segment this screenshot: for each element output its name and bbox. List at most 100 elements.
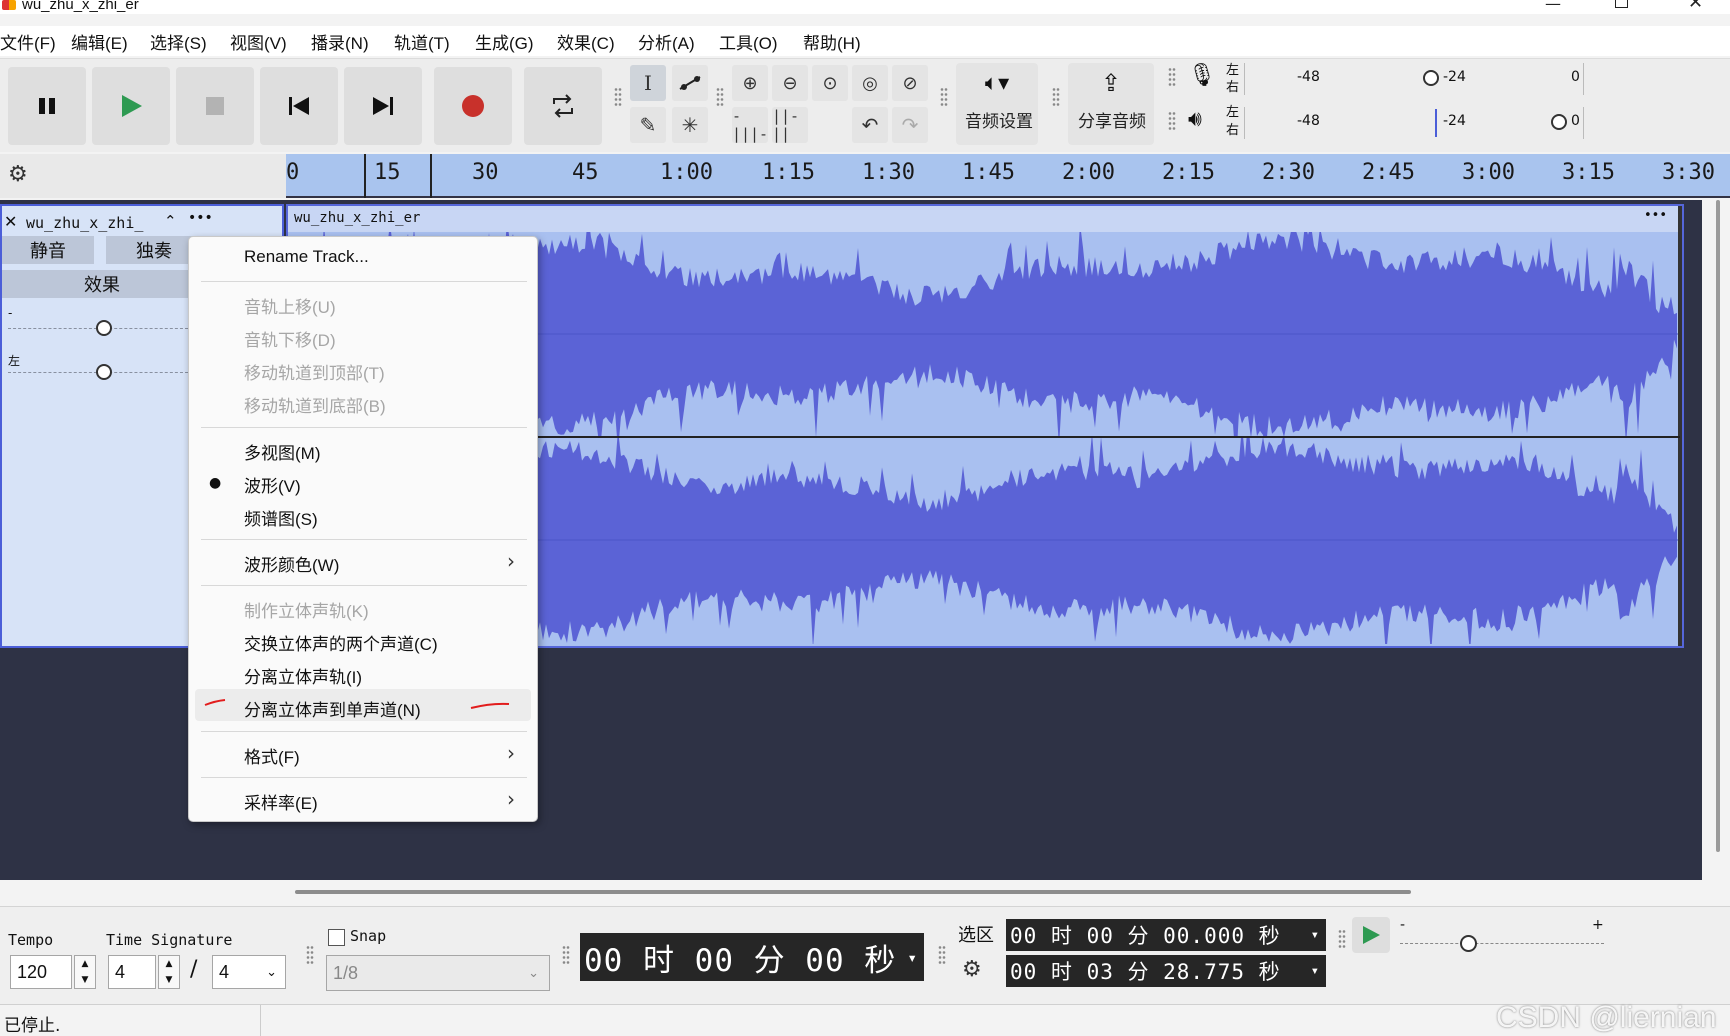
menu-record[interactable]: 播录(N) — [311, 29, 369, 54]
selection-end[interactable]: 00 时 03 分 28.775 秒 ▾ — [1006, 955, 1326, 987]
time-signature-denominator[interactable]: 4 ⌄ — [212, 955, 286, 989]
play-region-end-marker[interactable] — [430, 154, 432, 198]
toolbar-grip[interactable] — [562, 945, 570, 965]
fit-selection-button[interactable]: ⊙ — [812, 65, 848, 101]
effects-button[interactable]: 效果 — [2, 270, 202, 298]
clip-header[interactable]: wu_zhu_x_zhi_er ••• — [288, 206, 1680, 232]
minimize-icon[interactable]: — — [1545, 0, 1561, 13]
speed-slider-thumb[interactable] — [1460, 935, 1477, 952]
mute-button[interactable]: 静音 — [2, 236, 94, 264]
toolbar-grip[interactable] — [1168, 111, 1176, 131]
toolbar-grip[interactable] — [1168, 67, 1176, 87]
menu-move-track-down[interactable]: 音轨下移(D) — [244, 326, 336, 351]
menu-help[interactable]: 帮助(H) — [803, 29, 861, 54]
record-button[interactable] — [434, 67, 512, 145]
silence-button[interactable]: ||-|| — [772, 107, 808, 143]
toolbar-grip[interactable] — [1338, 929, 1346, 949]
menu-spectrogram[interactable]: 频谱图(S) — [244, 505, 318, 530]
maximize-icon[interactable] — [1615, 0, 1628, 8]
play-button[interactable] — [92, 67, 170, 145]
skip-start-button[interactable] — [260, 67, 338, 145]
speed-slider-track[interactable] — [1400, 943, 1604, 944]
snap-checkbox[interactable] — [328, 929, 345, 946]
selection-tool-button[interactable]: I — [630, 65, 666, 101]
microphone-icon[interactable]: 🎙︎ — [1188, 63, 1216, 88]
stop-button[interactable] — [176, 67, 254, 145]
menu-split-stereo[interactable]: 分离立体声轨(I) — [244, 663, 362, 688]
tempo-stepper[interactable]: ▲ ▼ — [74, 955, 96, 989]
menu-effect[interactable]: 效果(C) — [557, 29, 615, 54]
record-meter[interactable]: -48 -24 0 — [1244, 63, 1584, 95]
menu-tracks[interactable]: 轨道(T) — [394, 29, 450, 54]
menu-format[interactable]: 格式(F) — [244, 743, 300, 768]
track-menu-icon[interactable]: ••• — [188, 210, 213, 226]
gain-slider-thumb[interactable] — [96, 320, 112, 336]
toolbar-grip[interactable] — [306, 945, 314, 965]
track-name[interactable]: wu_zhu_x_zhi_ — [26, 214, 143, 232]
pause-button[interactable] — [8, 67, 86, 145]
menu-move-track-bottom[interactable]: 移动轨道到底部(B) — [244, 392, 386, 417]
close-track-icon[interactable]: ✕ — [4, 212, 17, 231]
menu-make-stereo[interactable]: 制作立体声轨(K) — [244, 597, 369, 622]
undo-button[interactable]: ↶ — [852, 107, 888, 143]
timeline-ruler[interactable]: 0 15 30 45 1:00 1:15 1:30 1:45 2:00 2:15… — [286, 154, 1730, 198]
playback-speaker-icon[interactable]: 🔊︎ — [1188, 107, 1202, 132]
menu-analyze[interactable]: 分析(A) — [638, 29, 695, 54]
menu-generate[interactable]: 生成(G) — [475, 29, 534, 54]
menu-file[interactable]: 文件(F) — [0, 29, 56, 54]
toolbar-grip[interactable] — [940, 87, 948, 107]
zoom-toggle-button[interactable]: ⊘ — [892, 65, 928, 101]
selection-settings-icon[interactable]: ⚙ — [962, 957, 982, 982]
fit-project-button[interactable]: ◎ — [852, 65, 888, 101]
record-level-thumb[interactable] — [1423, 70, 1439, 86]
draw-tool-button[interactable]: ✎ — [630, 107, 666, 143]
play-at-speed-button[interactable] — [1352, 917, 1390, 953]
playback-meter[interactable]: -48 -24 0 — [1244, 107, 1584, 139]
play-region-start-marker[interactable] — [364, 154, 366, 198]
redo-button[interactable]: ↷ — [892, 107, 928, 143]
menu-split-to-mono[interactable]: 分离立体声到单声道(N) — [244, 696, 421, 721]
tempo-input[interactable]: 120 — [10, 955, 72, 989]
clip-menu-icon[interactable]: ••• — [1644, 208, 1667, 223]
menu-wave-color[interactable]: 波形颜色(W) — [244, 551, 339, 576]
zoom-in-button[interactable]: ⊕ — [732, 65, 768, 101]
pan-slider-thumb[interactable] — [96, 364, 112, 380]
zoom-out-button[interactable]: ⊖ — [772, 65, 808, 101]
timeline-settings-icon[interactable]: ⚙ — [8, 162, 28, 187]
selection-start[interactable]: 00 时 00 分 00.000 秒 ▾ — [1006, 919, 1326, 951]
menu-waveform[interactable]: 波形(V) — [244, 472, 301, 497]
time-signature-numerator[interactable]: 4 — [108, 955, 156, 989]
menu-rename-track[interactable]: Rename Track... — [244, 247, 369, 267]
playback-level-thumb[interactable] — [1551, 114, 1567, 130]
selection-start-value: 00 时 00 分 00.000 秒 — [1010, 924, 1281, 948]
envelope-tool-button[interactable] — [672, 65, 708, 101]
collapse-track-icon[interactable]: ⌃ — [164, 212, 177, 230]
toolbar-grip[interactable] — [614, 87, 622, 107]
menu-move-track-top[interactable]: 移动轨道到顶部(T) — [244, 359, 385, 384]
menu-move-track-up[interactable]: 音轨上移(U) — [244, 293, 336, 318]
menu-view[interactable]: 视图(V) — [230, 29, 287, 54]
time-display[interactable]: 00 时 00 分 00 秒 ▾ — [580, 933, 924, 981]
audio-setup-button[interactable]: 🔈︎▾ 音频设置 — [956, 63, 1038, 145]
menu-edit[interactable]: 编辑(E) — [71, 29, 128, 54]
skip-end-button[interactable] — [344, 67, 422, 145]
toolbar-grip[interactable] — [938, 945, 946, 965]
menu-swap-channels[interactable]: 交换立体声的两个声道(C) — [244, 630, 438, 655]
menu-tools[interactable]: 工具(O) — [719, 29, 778, 54]
menu-sample-rate[interactable]: 采样率(E) — [244, 789, 318, 814]
trim-button[interactable]: -|||- — [732, 107, 768, 143]
numerator-stepper[interactable]: ▲ ▼ — [158, 955, 180, 989]
menu-multi-view[interactable]: 多视图(M) — [244, 439, 320, 464]
clip-right-edge[interactable] — [1678, 206, 1682, 646]
share-audio-button[interactable]: ⇪ 分享音频 — [1068, 63, 1154, 145]
loop-button[interactable] — [524, 67, 602, 145]
menu-select[interactable]: 选择(S) — [150, 29, 207, 54]
horizontal-scrollbar[interactable] — [295, 890, 1411, 894]
vertical-scrollbar[interactable] — [1716, 200, 1720, 852]
toolbar-grip[interactable] — [1052, 87, 1060, 107]
toolbar-grip[interactable] — [716, 87, 724, 107]
multi-tool-button[interactable]: ✳ — [672, 107, 708, 143]
snap-select[interactable]: 1/8 ⌄ — [326, 955, 550, 991]
close-window-icon[interactable]: ✕ — [1688, 0, 1703, 13]
submenu-arrow-icon: › — [507, 741, 515, 765]
